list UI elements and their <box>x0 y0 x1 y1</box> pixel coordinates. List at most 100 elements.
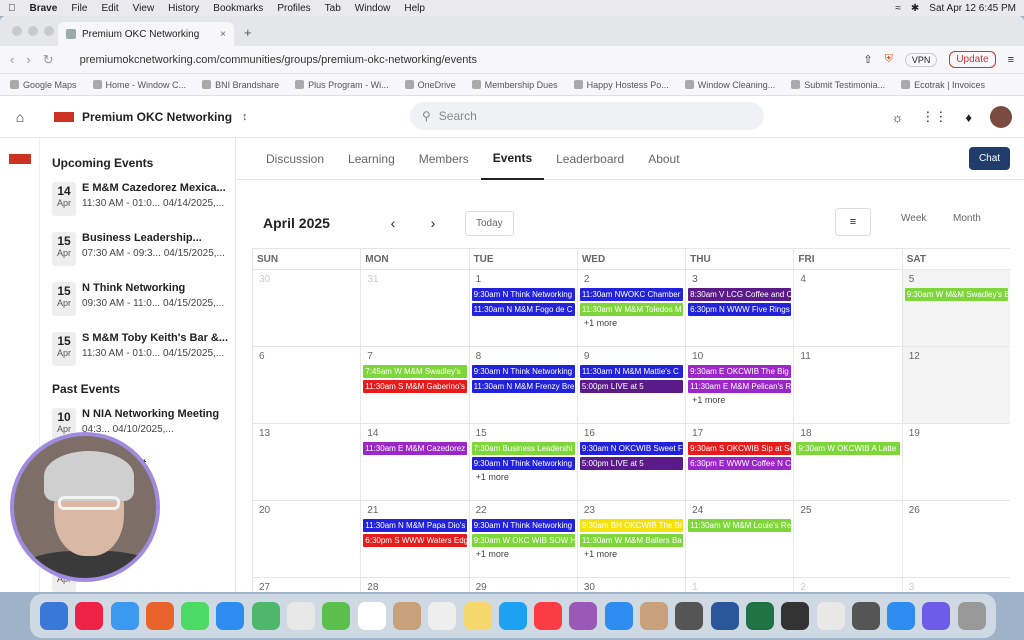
calendar-event[interactable]: 7:30am Business Leadershi <box>471 442 575 455</box>
calendar-day-cell[interactable]: 9 11:30am N M&M Mattie's C 5:00pm LIVE at … <box>576 347 685 423</box>
webcam-overlay[interactable] <box>10 432 160 582</box>
dock-app-icon[interactable] <box>357 602 386 630</box>
bookmark-item[interactable]: Happy Hostess Po... <box>573 80 669 90</box>
calendar-event[interactable]: 9:30am E OKCWIB The Big B <box>688 365 792 378</box>
calendar-day-cell[interactable]: 5 9:30am W M&M Swadley's B <box>901 270 1010 346</box>
dock-app-icon[interactable] <box>145 602 174 630</box>
group-name[interactable]: Premium OKC Networking <box>82 110 232 124</box>
close-window-button[interactable] <box>12 26 22 36</box>
calendar-day-cell[interactable]: 24 11:30am W M&M Louie's Re <box>685 501 793 577</box>
dock-app-icon[interactable] <box>922 602 951 630</box>
sidebar-event[interactable]: 14 Apr E M&M Cazedorez Mexica... 11:30 AM -… <box>52 182 235 216</box>
apple-icon[interactable]:  <box>8 3 16 14</box>
bookmark-item[interactable]: BNI Brandshare <box>202 80 279 90</box>
more-events-link[interactable]: +1 more <box>692 395 791 405</box>
more-events-link[interactable]: +1 more <box>584 549 683 559</box>
dock-app-icon[interactable] <box>392 602 421 630</box>
new-tab-icon[interactable]: + <box>244 25 252 40</box>
calendar-day-cell[interactable]: 13 <box>252 424 360 500</box>
calendar-day-cell[interactable]: 28 <box>360 578 468 592</box>
bookmark-item[interactable]: Membership Dues <box>471 80 558 90</box>
dock-app-icon[interactable] <box>851 602 880 630</box>
calendar-day-cell[interactable]: 29 <box>468 578 577 592</box>
home-icon[interactable]: ⌂ <box>0 109 40 125</box>
chat-button[interactable]: Chat <box>969 147 1010 170</box>
wifi-icon[interactable]: ≈ <box>895 3 901 14</box>
menu-item[interactable]: Window <box>355 3 391 14</box>
calendar-day-cell[interactable]: 26 <box>901 501 1010 577</box>
close-tab-icon[interactable]: × <box>220 29 226 40</box>
calendar-day-cell[interactable]: 20 <box>252 501 360 577</box>
calendar-event[interactable]: 5:00pm LIVE at 5 <box>579 457 684 470</box>
calendar-event[interactable]: 9:30am W M&M Swadley's B <box>904 288 1008 301</box>
clock[interactable]: Sat Apr 12 6:45 PM <box>929 3 1016 14</box>
calendar-day-cell[interactable]: 11 <box>793 347 901 423</box>
bookmark-item[interactable]: Ecotrak | Invoices <box>901 80 985 90</box>
sidebar-event[interactable]: 15 Apr Business Leadership... 07:30 AM - 09… <box>52 232 235 266</box>
tab-discussion[interactable]: Discussion <box>266 138 336 180</box>
calendar-event[interactable]: 11:30am N M&M Frenzy Bre <box>471 380 575 393</box>
dock-app-icon[interactable] <box>640 602 669 630</box>
calendar-event[interactable]: 6:30pm E WWW Coffee N C <box>688 457 792 470</box>
today-button[interactable]: Today <box>465 210 514 236</box>
list-view-icon[interactable]: ≡ <box>835 208 871 236</box>
calendar-day-cell[interactable]: 17 9:30am S OKCWIB Sip at Se 6:30pm E WWW … <box>685 424 793 500</box>
calendar-event[interactable]: 9:30am S OKCWIB Sip at Se <box>688 442 792 455</box>
calendar-day-cell[interactable]: 18 9:30am W OKCWIB A Latte <box>793 424 901 500</box>
calendar-day-cell[interactable]: 30 <box>252 270 360 346</box>
calendar-event[interactable]: 11:30am N M&M Fogo de C <box>471 303 575 316</box>
calendar-day-cell[interactable]: 25 <box>793 501 901 577</box>
menu-item[interactable]: Profiles <box>277 3 310 14</box>
calendar-event[interactable]: 9:30am N Think Networking <box>471 365 575 378</box>
bookmark-item[interactable]: Google Maps <box>10 80 77 90</box>
next-month-icon[interactable]: › <box>413 215 453 231</box>
dock-app-icon[interactable] <box>251 602 280 630</box>
calendar-event[interactable]: 11:30am E M&M Cazedorez <box>363 442 467 455</box>
bookmark-item[interactable]: Submit Testimonia... <box>791 80 885 90</box>
week-view-button[interactable]: Week <box>901 213 926 224</box>
minimize-window-button[interactable] <box>28 26 38 36</box>
dock-app-icon[interactable] <box>40 602 68 630</box>
avatar[interactable] <box>990 106 1012 128</box>
calendar-event[interactable]: 11:30am W M&M Toledos M <box>579 303 684 316</box>
calendar-event[interactable]: 11:30am NWOKC Chamber <box>579 288 684 301</box>
calendar-day-cell[interactable]: 7 7:45am W M&M Swadley's 11:30am S M&M Gab… <box>360 347 468 423</box>
calendar-day-cell[interactable]: 12 <box>901 347 1010 423</box>
more-events-link[interactable]: +1 more <box>584 318 683 328</box>
dock-app-icon[interactable] <box>322 602 351 630</box>
calendar-day-cell[interactable]: 19 <box>901 424 1010 500</box>
dock-app-icon[interactable] <box>216 602 245 630</box>
apps-grid-icon[interactable]: ⋮⋮ <box>921 109 947 125</box>
calendar-event[interactable]: 9:30am N OKCWIB Sweet Fr <box>579 442 684 455</box>
calendar-day-cell[interactable]: 23 9:30am BH OKCWIB The Bl 11:30am W M&M B… <box>576 501 685 577</box>
calendar-event[interactable]: 11:30am E M&M Pelican's R <box>688 380 792 393</box>
calendar-day-cell[interactable]: 10 9:30am E OKCWIB The Big B 11:30am E M&M… <box>685 347 793 423</box>
dock-app-icon[interactable] <box>110 602 139 630</box>
menu-item[interactable]: View <box>133 3 155 14</box>
calendar-day-cell[interactable]: 30 <box>576 578 685 592</box>
calendar-day-cell[interactable]: 14 11:30am E M&M Cazedorez <box>360 424 468 500</box>
menu-icon[interactable]: ≡ <box>1008 54 1014 66</box>
calendar-event[interactable]: 11:30am W M&M Louie's Re <box>688 519 792 532</box>
dock-app-icon[interactable] <box>745 602 774 630</box>
calendar-event[interactable]: 11:30am N M&M Papa Dio's <box>363 519 467 532</box>
menu-item[interactable]: Bookmarks <box>213 3 263 14</box>
bookmark-item[interactable]: Window Cleaning... <box>684 80 775 90</box>
tab-leaderboard[interactable]: Leaderboard <box>544 138 636 180</box>
dock-app-icon[interactable] <box>428 602 457 630</box>
calendar-event[interactable]: 8:30am V LCG Coffee and C <box>688 288 792 301</box>
dock-app-icon[interactable] <box>781 602 810 630</box>
calendar-event[interactable]: 11:30am W M&M Ballers Ba <box>579 534 684 547</box>
dock-app-icon[interactable] <box>816 602 845 630</box>
dock-app-icon[interactable] <box>463 602 492 630</box>
calendar-event[interactable]: 9:30am N Think Networking <box>471 457 575 470</box>
dock-app-icon[interactable] <box>957 602 986 630</box>
search-input[interactable]: ⚲ Search <box>410 102 764 130</box>
calendar-day-cell[interactable]: 1 9:30am N Think Networking 11:30am N M&M … <box>468 270 577 346</box>
tab-events[interactable]: Events <box>480 138 545 180</box>
calendar-event[interactable]: 6:30pm S WWW Waters Edg <box>363 534 467 547</box>
dock-app-icon[interactable] <box>534 602 563 630</box>
zoom-window-button[interactable] <box>44 26 54 36</box>
calendar-day-cell[interactable]: 27 <box>252 578 360 592</box>
dock-app-icon[interactable] <box>498 602 527 630</box>
